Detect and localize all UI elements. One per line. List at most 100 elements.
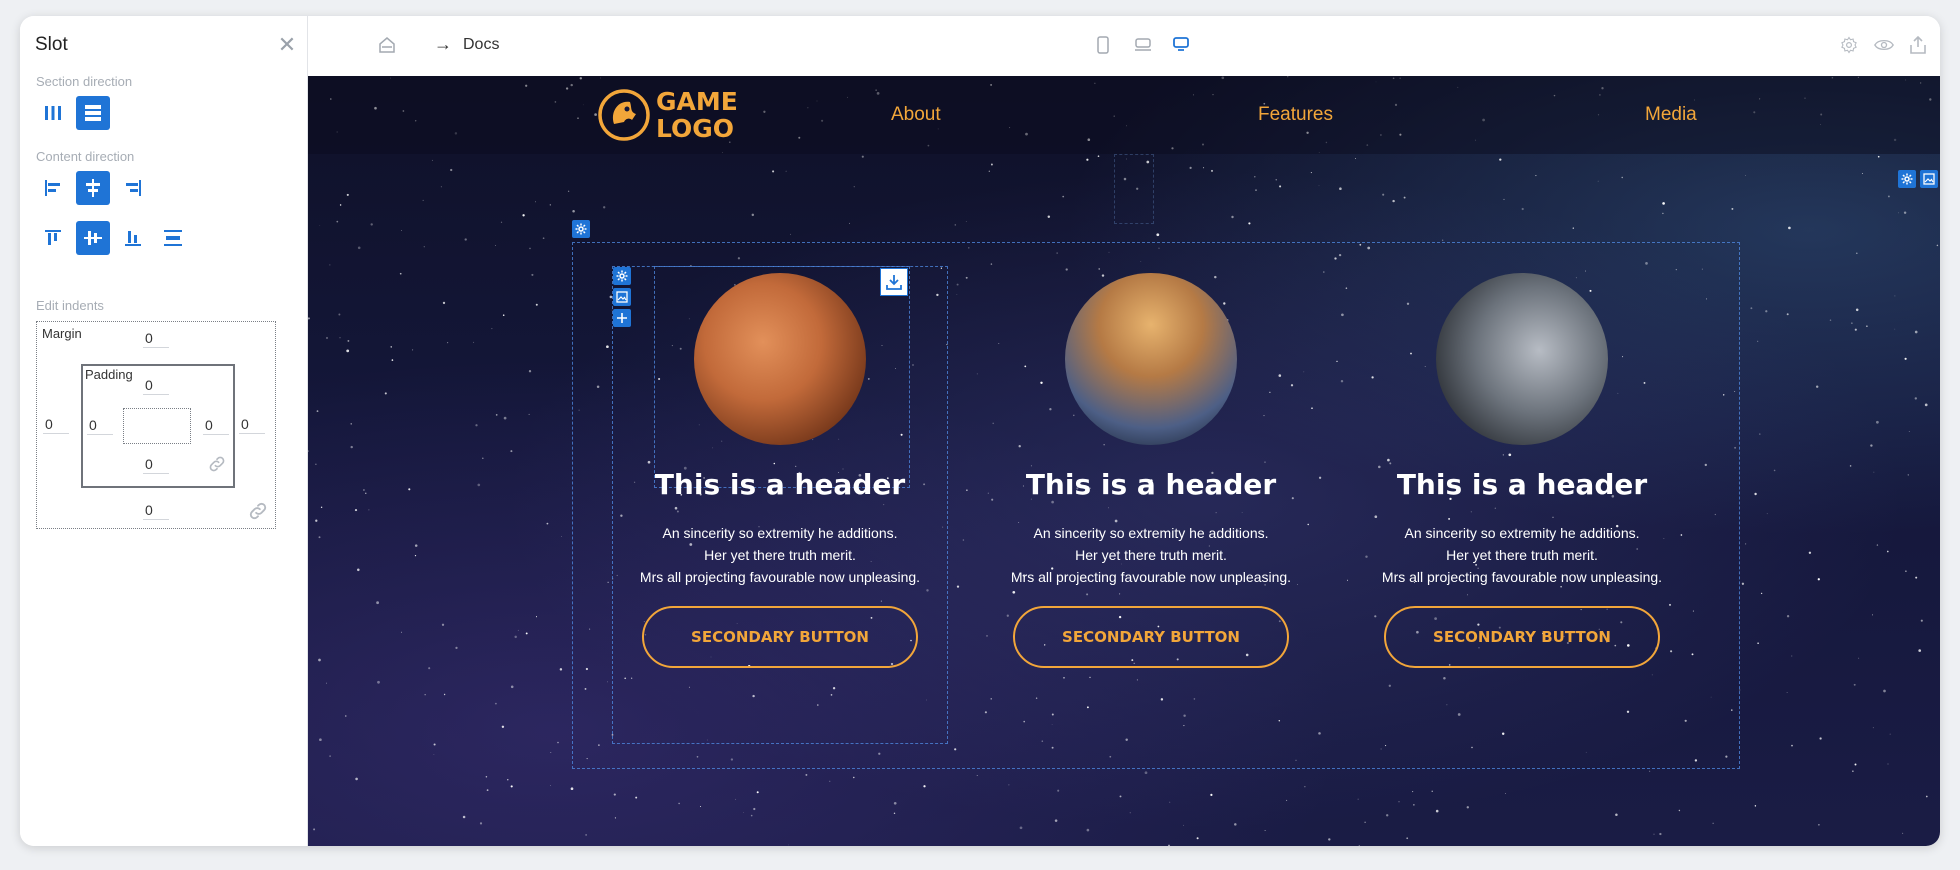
star xyxy=(428,667,431,670)
breadcrumb-docs[interactable]: Docs xyxy=(463,36,499,54)
padding-label: Padding xyxy=(85,367,133,382)
logo-line-1: GAME xyxy=(656,87,738,116)
star xyxy=(391,359,394,361)
star xyxy=(1412,791,1414,793)
columns-icon xyxy=(45,106,61,120)
section-direction-rows-button[interactable] xyxy=(76,96,110,130)
star xyxy=(853,186,855,188)
game-logo-text[interactable]: GAME LOGO xyxy=(656,88,738,142)
card-description: An sincerity so extremity he additions. H… xyxy=(986,522,1316,588)
star xyxy=(1886,550,1889,553)
margin-left-input[interactable] xyxy=(43,414,69,434)
preview-eye-icon[interactable] xyxy=(1874,36,1894,54)
star xyxy=(1286,799,1288,801)
star xyxy=(1855,308,1859,312)
star xyxy=(1431,790,1433,792)
content-direction-label: Content direction xyxy=(36,149,135,164)
card-image[interactable] xyxy=(694,273,866,445)
card-add-button[interactable] xyxy=(613,309,631,327)
star xyxy=(1829,319,1832,321)
card-settings-button[interactable] xyxy=(613,267,631,285)
export-icon[interactable] xyxy=(1910,36,1926,54)
home-icon[interactable] xyxy=(378,36,396,54)
star xyxy=(357,246,361,250)
star xyxy=(318,536,321,539)
star xyxy=(742,812,744,813)
gear-icon xyxy=(575,223,587,235)
padding-right-input[interactable] xyxy=(203,415,229,435)
star xyxy=(1757,340,1759,342)
page-canvas[interactable]: GAME LOGO About Features Media This is a… xyxy=(308,76,1940,846)
star xyxy=(522,214,525,217)
align-bottom-icon xyxy=(125,231,141,246)
card-image[interactable] xyxy=(1065,273,1237,445)
padding-bottom-input[interactable] xyxy=(143,454,169,474)
star xyxy=(1786,313,1789,316)
card-description-line: An sincerity so extremity he additions. xyxy=(662,525,898,541)
star xyxy=(1791,655,1793,657)
star xyxy=(1129,812,1131,814)
game-logo-icon[interactable] xyxy=(596,86,652,144)
star xyxy=(423,246,425,248)
star xyxy=(550,785,551,787)
star xyxy=(1819,737,1822,740)
settings-icon[interactable] xyxy=(1840,36,1858,54)
align-stretch-button[interactable] xyxy=(156,221,190,255)
star xyxy=(355,777,358,781)
margin-label: Margin xyxy=(42,326,82,341)
secondary-button[interactable]: SECONDARY BUTTON xyxy=(1384,606,1660,668)
link-margins-icon[interactable] xyxy=(247,500,269,522)
card-image[interactable] xyxy=(1436,273,1608,445)
star xyxy=(699,805,702,808)
slot-settings-button[interactable] xyxy=(572,220,590,238)
download-button[interactable] xyxy=(880,268,908,296)
align-bottom-button[interactable] xyxy=(116,221,150,255)
margin-box: Margin Padding xyxy=(36,321,276,529)
align-top-button[interactable] xyxy=(36,221,70,255)
star xyxy=(750,814,753,817)
star xyxy=(1382,193,1385,196)
section-settings-button[interactable] xyxy=(1898,170,1916,188)
star xyxy=(1766,513,1768,515)
align-right-button[interactable] xyxy=(116,171,150,205)
star xyxy=(528,413,530,415)
align-middle-button[interactable] xyxy=(76,221,110,255)
link-paddings-icon[interactable] xyxy=(207,454,227,474)
section-direction-columns-button[interactable] xyxy=(36,96,70,130)
star xyxy=(1902,832,1904,834)
star xyxy=(325,682,328,684)
padding-left-input[interactable] xyxy=(87,415,113,435)
tablet-view-icon[interactable] xyxy=(1134,36,1152,54)
star xyxy=(1870,444,1873,447)
star xyxy=(861,155,864,158)
star xyxy=(422,199,424,201)
star xyxy=(1572,227,1574,229)
margin-right-input[interactable] xyxy=(239,414,265,434)
secondary-button[interactable]: SECONDARY BUTTON xyxy=(1013,606,1289,668)
card-description-line: An sincerity so extremity he additions. xyxy=(1033,525,1269,541)
align-center-button[interactable] xyxy=(76,171,110,205)
margin-bottom-input[interactable] xyxy=(143,500,169,520)
star xyxy=(893,801,897,805)
star xyxy=(1858,657,1860,659)
star xyxy=(1883,689,1886,693)
close-icon[interactable]: ✕ xyxy=(275,33,299,57)
star xyxy=(455,646,458,650)
card-image-button[interactable] xyxy=(613,288,631,306)
align-left-button[interactable] xyxy=(36,171,70,205)
image-icon xyxy=(616,291,628,303)
star xyxy=(400,631,402,633)
content-box xyxy=(123,408,191,444)
margin-top-input[interactable] xyxy=(143,328,169,348)
secondary-button[interactable]: SECONDARY BUTTON xyxy=(642,606,918,668)
nav-about[interactable]: About xyxy=(891,104,941,126)
star xyxy=(350,423,352,425)
nav-features[interactable]: Features xyxy=(1258,104,1333,126)
mobile-view-icon[interactable] xyxy=(1096,36,1110,54)
star xyxy=(1907,474,1910,476)
padding-top-input[interactable] xyxy=(143,375,169,395)
star xyxy=(1499,158,1502,161)
section-image-button[interactable] xyxy=(1920,170,1938,188)
nav-media[interactable]: Media xyxy=(1645,104,1697,126)
desktop-view-icon[interactable] xyxy=(1172,36,1190,54)
